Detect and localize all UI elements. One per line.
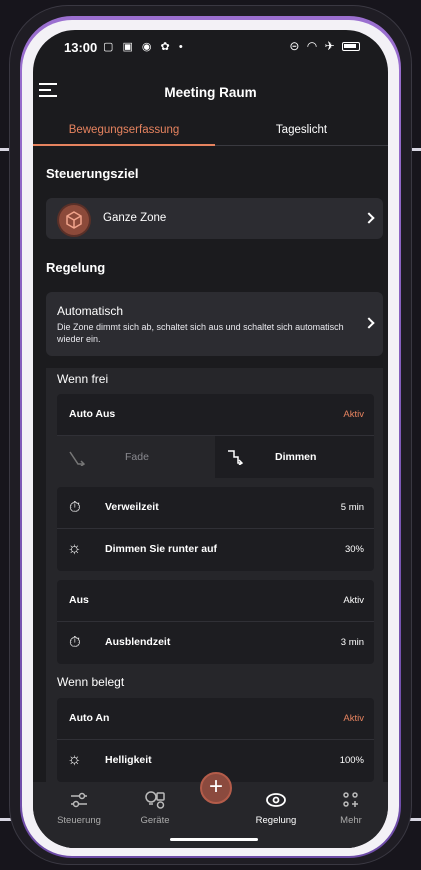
dim-settings-group: ⏱ Verweilzeit 5 min ☼ Dimmen Sie runter … bbox=[57, 487, 374, 571]
battery-icon bbox=[342, 42, 360, 51]
section-heading-steuerungsziel: Steuerungsziel bbox=[46, 166, 139, 181]
dimmen-label: Dimmen bbox=[275, 451, 317, 463]
section-heading-wenn-frei: Wenn frei bbox=[57, 372, 109, 386]
add-button[interactable]: + bbox=[200, 772, 232, 804]
cube-icon bbox=[59, 205, 89, 235]
auto-an-status[interactable]: Aktiv bbox=[343, 713, 364, 724]
brightness-icon: ☼ bbox=[67, 751, 82, 768]
auto-an-group: Auto An Aktiv ☼ Helligkeit 100% bbox=[57, 698, 374, 782]
nav-label: Regelung bbox=[255, 815, 297, 826]
verweilzeit-value: 5 min bbox=[340, 502, 364, 513]
dimmen-runter-row[interactable]: ☼ Dimmen Sie runter auf 30% bbox=[57, 529, 374, 571]
status-time: 13:00 bbox=[64, 40, 98, 55]
tab-tageslicht[interactable]: Tageslicht bbox=[215, 124, 388, 136]
zone-selector[interactable]: Ganze Zone bbox=[46, 198, 383, 239]
nav-geraete[interactable]: Geräte bbox=[125, 790, 185, 826]
helligkeit-value: 100% bbox=[339, 755, 364, 766]
mode-selector[interactable]: Automatisch Die Zone dimmt sich ab, scha… bbox=[46, 292, 383, 356]
nav-mehr[interactable]: Mehr bbox=[321, 790, 381, 826]
mode-description: Die Zone dimmt sich ab, schaltet sich au… bbox=[57, 322, 344, 344]
status-bar: 13:00 ▢ ▣ ◉ ✿ • ⊝ ◠ ✈ bbox=[33, 30, 388, 66]
section-heading-regelung: Regelung bbox=[46, 260, 106, 275]
devices-icon bbox=[125, 790, 185, 812]
dimmen-icon bbox=[228, 450, 243, 465]
dimmen-option[interactable]: Dimmen bbox=[215, 436, 374, 478]
tab-active-indicator bbox=[33, 144, 215, 146]
timer-icon: ⏱ bbox=[69, 634, 81, 651]
aus-status[interactable]: Aktiv bbox=[343, 595, 364, 606]
nav-label: Steuerung bbox=[57, 815, 101, 826]
nav-steuerung[interactable]: Steuerung bbox=[49, 790, 109, 826]
home-indicator[interactable] bbox=[170, 838, 258, 841]
verweilzeit-label: Verweilzeit bbox=[105, 501, 159, 513]
ausblendzeit-value: 3 min bbox=[340, 637, 364, 648]
fade-label: Fade bbox=[125, 451, 149, 463]
tab-bewegungserfassung[interactable]: Bewegungserfassung bbox=[33, 124, 215, 136]
phone-screen: 13:00 ▢ ▣ ◉ ✿ • ⊝ ◠ ✈ Meeting Raum Beweg… bbox=[33, 30, 388, 848]
top-bar: Meeting Raum bbox=[33, 80, 388, 104]
timer-icon: ⏱ bbox=[69, 499, 81, 516]
sliders-icon bbox=[49, 790, 109, 812]
auto-aus-label: Auto Aus bbox=[69, 408, 116, 420]
dimmen-runter-label: Dimmen Sie runter auf bbox=[105, 543, 218, 555]
more-grid-icon bbox=[321, 790, 381, 812]
status-system-icons: ⊝ ◠ ✈ bbox=[289, 39, 360, 53]
tab-bar: Bewegungserfassung Tageslicht bbox=[33, 118, 388, 146]
brightness-icon: ☼ bbox=[67, 540, 82, 557]
nav-label: Mehr bbox=[340, 815, 362, 826]
status-right-icons: ⊝ ◠ ✈ bbox=[289, 39, 337, 53]
ausblendzeit-label: Ausblendzeit bbox=[105, 636, 171, 648]
chevron-right-icon bbox=[363, 317, 375, 329]
plus-icon: + bbox=[208, 773, 223, 800]
fade-icon bbox=[69, 451, 85, 466]
nav-label: Geräte bbox=[140, 815, 170, 826]
eye-icon bbox=[246, 790, 306, 812]
nav-regelung[interactable]: Regelung bbox=[246, 790, 306, 826]
dimmen-runter-value: 30% bbox=[344, 544, 364, 555]
auto-aus-status[interactable]: Aktiv bbox=[343, 409, 364, 420]
aus-label: Aus bbox=[69, 594, 89, 606]
mode-title: Automatisch bbox=[57, 304, 124, 318]
zone-label: Ganze Zone bbox=[103, 212, 167, 224]
auto-an-label: Auto An bbox=[69, 712, 110, 724]
chevron-right-icon bbox=[363, 212, 375, 224]
page-title: Meeting Raum bbox=[164, 85, 257, 100]
helligkeit-label: Helligkeit bbox=[105, 754, 152, 766]
fade-option[interactable]: Fade bbox=[57, 436, 215, 478]
section-heading-wenn-belegt: Wenn belegt bbox=[57, 675, 125, 689]
status-notification-icons: ▢ ▣ ◉ ✿ • bbox=[103, 41, 186, 53]
verweilzeit-row[interactable]: ⏱ Verweilzeit 5 min bbox=[57, 487, 374, 528]
ausblendzeit-row[interactable]: ⏱ Ausblendzeit 3 min bbox=[57, 622, 374, 664]
auto-aus-group: Auto Aus Aktiv Fade Dimmen bbox=[57, 394, 374, 478]
aus-group: Aus Aktiv ⏱ Ausblendzeit 3 min bbox=[57, 580, 374, 664]
